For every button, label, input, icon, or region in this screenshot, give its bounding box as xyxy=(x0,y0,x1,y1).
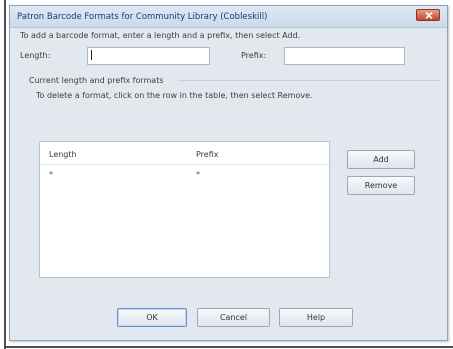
header-divider xyxy=(40,164,329,165)
close-button[interactable] xyxy=(416,9,440,21)
close-icon xyxy=(425,12,433,19)
length-field-wrapper xyxy=(87,47,210,65)
cancel-button[interactable]: Cancel xyxy=(197,308,270,327)
add-instructions: To add a barcode format, enter a length … xyxy=(20,31,301,40)
add-button[interactable]: Add xyxy=(347,150,415,169)
text-caret xyxy=(91,50,92,60)
remove-button[interactable]: Remove xyxy=(347,176,415,195)
group-divider xyxy=(178,80,440,81)
column-header-prefix[interactable]: Prefix xyxy=(196,150,219,159)
formats-group-label: Current length and prefix formats xyxy=(29,76,164,85)
prefix-input[interactable] xyxy=(284,47,405,65)
dialog-title: Patron Barcode Formats for Community Lib… xyxy=(17,12,268,22)
table-row[interactable]: * * xyxy=(41,170,328,182)
title-bar: Patron Barcode Formats for Community Lib… xyxy=(10,6,447,28)
length-input[interactable] xyxy=(87,47,210,65)
ok-button[interactable]: OK xyxy=(117,308,187,327)
window-frame-left xyxy=(4,0,6,349)
help-button[interactable]: Help xyxy=(279,308,353,327)
window-frame-bottom xyxy=(4,346,453,348)
cell-length: * xyxy=(49,170,53,179)
length-label: Length: xyxy=(20,51,51,60)
prefix-label: Prefix: xyxy=(241,51,267,60)
barcode-formats-dialog: Patron Barcode Formats for Community Lib… xyxy=(9,5,448,341)
cell-prefix: * xyxy=(196,170,200,179)
column-header-length[interactable]: Length xyxy=(49,150,77,159)
formats-table: Length Prefix * * xyxy=(39,141,330,278)
delete-instructions: To delete a format, click on the row in … xyxy=(36,91,313,100)
